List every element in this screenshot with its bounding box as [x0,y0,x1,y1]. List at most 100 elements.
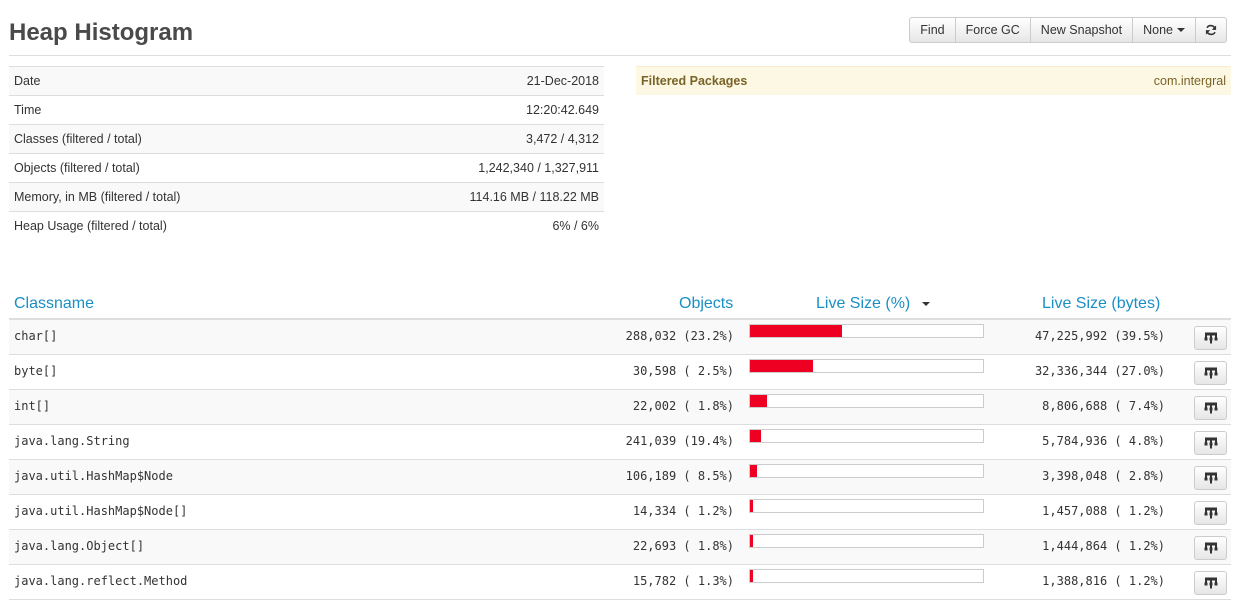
live-size-cell: 1,457,088 ( 1.2%) [1042,504,1165,518]
caret-down-icon [1177,27,1185,32]
class-hierarchy-button[interactable] [1194,361,1227,385]
live-size-bar-fill [750,325,842,337]
table-row: char[] 288,032 (23.2%) 47,225,992 (39.5%) [9,320,1231,355]
live-size-bar [749,429,984,443]
live-size-bar [749,499,984,513]
classname-cell: int[] [14,399,51,413]
hierarchy-icon [1204,577,1217,589]
live-size-bar [749,569,984,583]
class-hierarchy-button[interactable] [1194,501,1227,525]
objects-cell: 22,002 ( 1.8%) [632,399,734,413]
live-size-cell: 32,336,344 (27.0%) [1034,364,1165,378]
objects-cell: 22,693 ( 1.8%) [632,539,734,553]
objects-cell: 30,598 ( 2.5%) [632,364,734,378]
new-snapshot-button[interactable]: New Snapshot [1029,17,1134,43]
sort-desc-icon [922,301,931,306]
table-row: java.lang.reflect.Method 15,782 ( 1.3%) 1,… [9,565,1231,600]
column-header-classname[interactable]: Classname [14,294,94,314]
page-title: Heap Histogram [9,19,194,46]
hierarchy-icon [1204,367,1217,379]
hierarchy-icon [1204,332,1217,344]
column-header-live-size-bytes[interactable]: Live Size (bytes) [1042,294,1160,314]
classname-cell: char[] [14,329,58,343]
summary-row: Time 12:20:42.649 [9,95,604,125]
live-size-bar-fill [750,500,753,512]
live-size-cell: 3,398,048 ( 2.8%) [1042,469,1165,483]
live-size-bar [749,394,984,408]
live-size-cell: 8,806,688 ( 7.4%) [1042,399,1165,413]
summary-label: Classes (filtered / total) [9,124,342,154]
column-header-objects[interactable]: Objects [679,294,733,314]
table-row: byte[] 30,598 ( 2.5%) 32,336,344 (27.0%) [9,355,1231,390]
force-gc-button[interactable]: Force GC [954,17,1031,43]
classname-cell: byte[] [14,364,58,378]
objects-cell: 106,189 ( 8.5%) [625,469,734,483]
none-dropdown-button[interactable]: None [1132,17,1196,43]
live-size-bar-fill [750,570,753,582]
objects-cell: 241,039 (19.4%) [625,434,734,448]
table-row: java.lang.Object[] 22,693 ( 1.8%) 1,444,86… [9,530,1231,565]
hierarchy-icon [1204,402,1217,414]
summary-label: Memory, in MB (filtered / total) [9,182,342,212]
live-size-bar-fill [750,395,767,407]
refresh-button[interactable] [1195,17,1227,43]
summary-label: Date [9,66,342,96]
live-size-cell: 47,225,992 (39.5%) [1034,329,1165,343]
summary-value: 21-Dec-2018 [341,66,604,96]
live-size-bar [749,534,984,548]
hierarchy-icon [1204,507,1217,519]
summary-value: 6% / 6% [341,211,604,241]
live-size-cell: 1,388,816 ( 1.2%) [1042,574,1165,588]
live-size-bar-fill [750,465,757,477]
live-size-bar [749,324,984,338]
objects-cell: 15,782 ( 1.3%) [632,574,734,588]
toolbar: Find Force GC New Snapshot None [909,17,1227,43]
summary-value: 3,472 / 4,312 [341,124,604,154]
live-size-bar [749,359,984,373]
live-size-cell: 1,444,864 ( 1.2%) [1042,539,1165,553]
none-dropdown-label: None [1143,23,1173,37]
live-size-cell: 5,784,936 ( 4.8%) [1042,434,1165,448]
class-hierarchy-button[interactable] [1194,466,1227,490]
summary-row: Date 21-Dec-2018 [9,66,604,96]
class-hierarchy-button[interactable] [1194,571,1227,595]
summary-value: 114.16 MB / 118.22 MB [341,182,604,212]
summary-label: Objects (filtered / total) [9,153,342,183]
summary-value: 12:20:42.649 [341,95,604,125]
summary-row: Heap Usage (filtered / total) 6% / 6% [9,211,604,241]
live-size-bar-fill [750,430,761,442]
histogram-table: Classname Objects Live Size (%) Live Siz… [9,288,1231,600]
live-size-bar [749,464,984,478]
filtered-packages-label: Filtered Packages [641,74,748,88]
summary-row: Objects (filtered / total) 1,242,340 / 1,… [9,153,604,183]
snapshot-summary-table: Date 21-Dec-2018 Time 12:20:42.649 Classes (… [9,66,604,241]
summary-label: Time [9,95,342,125]
hierarchy-icon [1204,472,1217,484]
live-size-bar-fill [750,535,753,547]
histogram-header: Classname Objects Live Size (%) Live Siz… [9,288,1231,320]
hierarchy-icon [1204,542,1217,554]
column-header-live-size-pct[interactable]: Live Size (%) [816,294,931,314]
table-row: int[] 22,002 ( 1.8%) 8,806,688 ( 7.4%) [9,390,1231,425]
filtered-packages-value: com.intergral [1153,74,1226,88]
hierarchy-icon [1204,437,1217,449]
find-button[interactable]: Find [909,17,956,43]
live-size-bar-fill [750,360,813,372]
objects-cell: 288,032 (23.2%) [625,329,734,343]
refresh-icon [1205,24,1217,36]
table-row: java.lang.String 241,039 (19.4%) 5,784,936… [9,425,1231,460]
filtered-packages-panel: Filtered Packages com.intergral [636,66,1231,95]
classname-cell: java.lang.String [14,434,130,448]
class-hierarchy-button[interactable] [1194,396,1227,420]
class-hierarchy-button[interactable] [1194,431,1227,455]
class-hierarchy-button[interactable] [1194,326,1227,350]
objects-cell: 14,334 ( 1.2%) [632,504,734,518]
classname-cell: java.util.HashMap$Node[] [14,504,188,518]
histogram-rows: char[] 288,032 (23.2%) 47,225,992 (39.5%) b… [9,320,1231,600]
classname-cell: java.lang.reflect.Method [14,574,188,588]
classname-cell: java.lang.Object[] [14,539,145,553]
classname-cell: java.util.HashMap$Node [14,469,173,483]
class-hierarchy-button[interactable] [1194,536,1227,560]
table-row: java.util.HashMap$Node[] 14,334 ( 1.2%) 1,… [9,495,1231,530]
page-header: Heap Histogram Find Force GC New Snapsho… [9,0,1231,56]
